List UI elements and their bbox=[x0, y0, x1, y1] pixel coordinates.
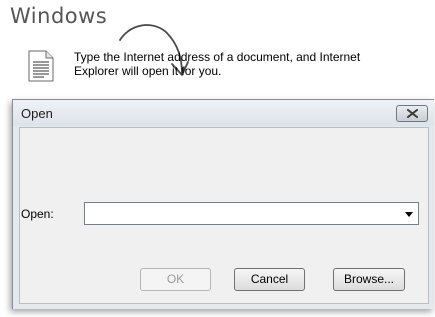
dialog-prompt-text: Type the Internet address of a document,… bbox=[74, 50, 361, 78]
close-x-icon bbox=[407, 109, 418, 118]
address-combobox[interactable] bbox=[84, 202, 419, 225]
document-icon bbox=[28, 50, 54, 82]
dialog-title: Open bbox=[21, 106, 53, 121]
dialog-titlebar[interactable]: Open bbox=[13, 100, 434, 126]
address-input[interactable] bbox=[87, 204, 399, 223]
open-field-label: Open: bbox=[21, 207, 54, 221]
close-button[interactable] bbox=[396, 105, 428, 122]
browse-button[interactable]: Browse... bbox=[333, 268, 405, 291]
ok-button[interactable]: OK bbox=[140, 268, 211, 291]
cancel-button[interactable]: Cancel bbox=[234, 268, 305, 291]
windows-annotation-label: Windows bbox=[10, 4, 108, 28]
dropdown-arrow-icon[interactable] bbox=[405, 212, 413, 217]
